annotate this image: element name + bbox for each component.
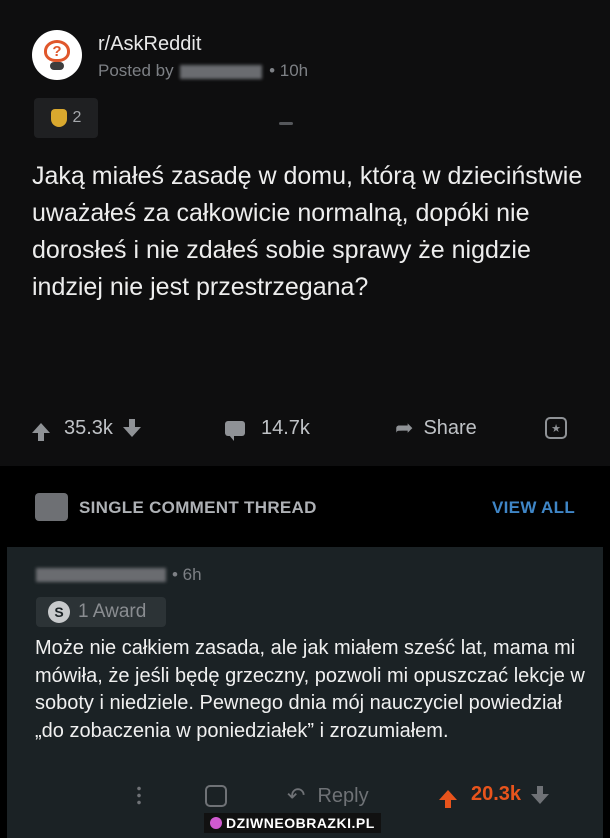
post-score: 35.3k	[64, 416, 113, 439]
comment-body: Może nie całkiem zasada, ale jak miałem …	[35, 637, 585, 742]
site-watermark: DZIWNEOBRAZKI.PL	[204, 813, 381, 833]
post-awards[interactable]: 2	[34, 98, 98, 138]
post-card: ? r/AskReddit Posted by • 10h 2 Jaką mia…	[0, 0, 610, 466]
reply-button[interactable]: ↶ Reply	[287, 783, 369, 809]
upvote-icon[interactable]	[32, 423, 50, 441]
posted-by-label: Posted by	[98, 61, 174, 80]
comment-score: 20.3k	[471, 783, 522, 805]
post-actions: 35.3k 14.7k ➦ Share ★	[0, 410, 610, 446]
single-comment-thread-bar: SINGLE COMMENT THREAD VIEW ALL	[7, 478, 603, 542]
comments-button[interactable]: 14.7k	[225, 410, 310, 446]
share-icon: ➦	[395, 415, 414, 440]
thread-label: SINGLE COMMENT THREAD	[79, 498, 317, 517]
more-options-icon[interactable]	[137, 785, 141, 805]
comment-vote-group: 20.3k	[439, 783, 550, 808]
vote-group: 35.3k	[32, 410, 141, 446]
share-button[interactable]: ➦ Share	[395, 410, 477, 446]
reply-icon: ↶	[287, 783, 306, 808]
give-award-button[interactable]: ★	[545, 410, 567, 446]
comment-actions: ↶ Reply 20.3k	[7, 783, 603, 811]
award-count: 2	[72, 109, 82, 126]
downvote-icon[interactable]	[122, 419, 141, 437]
share-label: Share	[423, 416, 477, 439]
question-mark-icon: ?	[44, 40, 70, 62]
post-title: Jaką miałeś zasadę w domu, którą w dziec…	[32, 162, 583, 301]
comment-thread-icon	[35, 493, 68, 521]
award-icon: ★	[545, 417, 567, 439]
silver-award-icon: S	[48, 601, 70, 623]
medal-icon	[50, 109, 67, 127]
post-age: • 10h	[269, 61, 309, 80]
upvote-active-icon[interactable]	[439, 789, 457, 808]
reply-label: Reply	[317, 784, 369, 807]
redacted-username	[180, 64, 263, 79]
redacted-commenter	[36, 568, 166, 582]
comment-icon	[225, 420, 245, 441]
subreddit-name[interactable]: r/AskReddit	[98, 33, 201, 56]
subreddit-avatar[interactable]: ?	[32, 30, 82, 80]
collapse-handle-icon	[279, 122, 293, 125]
watermark-logo-icon	[210, 817, 222, 829]
comment-age: • 6h	[172, 565, 202, 584]
avatar-decoration	[50, 62, 64, 70]
view-all-link[interactable]: VIEW ALL	[492, 498, 575, 518]
comment-award-icon[interactable]	[205, 785, 227, 807]
comment-card: • 6h S 1 Award Może nie całkiem zasada, …	[7, 547, 603, 838]
comment-award[interactable]: S 1 Award	[36, 597, 166, 627]
watermark-text: DZIWNEOBRAZKI.PL	[226, 815, 375, 831]
comment-award-label: 1 Award	[78, 601, 147, 622]
comment-count: 14.7k	[261, 416, 310, 439]
comment-downvote-icon[interactable]	[531, 785, 550, 804]
post-meta: Posted by • 10h	[98, 61, 308, 81]
comment-meta: • 6h	[34, 565, 202, 585]
